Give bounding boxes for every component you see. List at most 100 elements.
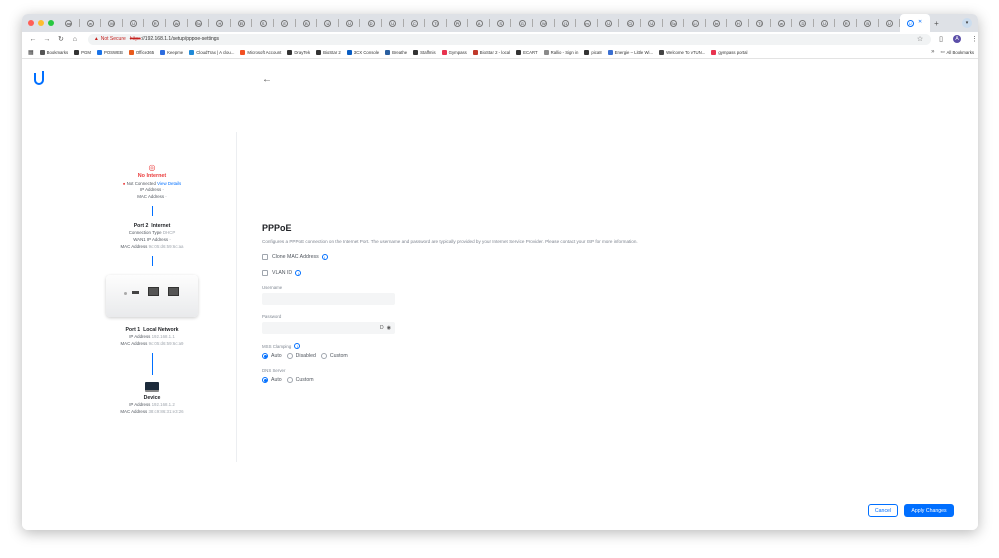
browser-tab[interactable]: W <box>533 14 555 32</box>
mss-radio[interactable] <box>286 353 293 359</box>
apps-grid-icon[interactable]: ▦ <box>28 49 34 56</box>
menu-kebab-icon[interactable]: ⋮ <box>971 35 978 43</box>
bookmark-item[interactable]: Staffmis <box>413 49 436 55</box>
mss-radio[interactable] <box>320 353 327 359</box>
browser-tab[interactable]: B <box>296 14 318 32</box>
info-icon[interactable]: i <box>295 270 302 276</box>
browser-tab[interactable]: R <box>144 14 166 32</box>
bookmark-item[interactable]: Keepme <box>160 49 183 55</box>
apply-changes-button[interactable]: Apply Changes <box>904 504 954 517</box>
browser-tab[interactable]: D <box>360 14 382 32</box>
side-panel-icon[interactable]: ▯ <box>939 35 943 43</box>
browser-tab[interactable]: El <box>231 14 253 32</box>
browser-tab[interactable]: Pl <box>447 14 469 32</box>
forward-nav-icon[interactable]: → <box>40 36 54 43</box>
browser-tab[interactable]: U <box>317 14 339 32</box>
browser-tab[interactable]: A <box>468 14 490 32</box>
dns-radio[interactable] <box>286 377 293 383</box>
vlan-id-checkbox[interactable] <box>262 270 268 276</box>
password-manager-icon[interactable]: D <box>380 325 384 331</box>
dns-radio[interactable] <box>262 377 268 383</box>
browser-tab[interactable]: U <box>382 14 404 32</box>
username-field[interactable] <box>262 293 395 305</box>
dns-option-auto[interactable]: Auto <box>262 377 282 383</box>
browser-tab[interactable]: Tl <box>749 14 771 32</box>
browser-tab[interactable]: S <box>252 14 274 32</box>
bookmark-item[interactable]: DrayTek <box>287 49 310 55</box>
mss-option-disabled[interactable]: Disabled <box>286 353 316 359</box>
info-icon[interactable]: i <box>294 343 301 349</box>
view-details-link[interactable]: View Details <box>157 181 181 186</box>
bookmark-item[interactable]: Breathe <box>385 49 407 55</box>
browser-tab[interactable]: Li <box>684 14 706 32</box>
browser-tab[interactable]: aa <box>58 14 80 32</box>
maximize-window-button[interactable] <box>48 20 54 26</box>
cancel-button[interactable]: Cancel <box>868 504 898 517</box>
bookmark-item[interactable]: CloudTrax | A clou... <box>189 49 234 55</box>
browser-tab[interactable]: Cl <box>619 14 642 32</box>
close-window-button[interactable] <box>28 20 34 26</box>
bookmark-item[interactable]: Gympass <box>441 49 467 55</box>
bookmark-item[interactable]: Rallio - Sign in <box>543 49 578 55</box>
new-tab-button[interactable]: + <box>934 19 939 28</box>
browser-tab[interactable]: Sc <box>663 14 685 32</box>
browser-tab[interactable]: E <box>274 14 296 32</box>
clone-mac-checkbox[interactable] <box>262 254 268 260</box>
browser-tab[interactable]: M <box>101 14 123 32</box>
profile-avatar[interactable]: A <box>952 35 961 43</box>
bookmark-item[interactable]: Microsoft Account <box>240 49 281 55</box>
browser-tab[interactable]: w <box>771 14 793 32</box>
browser-tab[interactable]: U <box>641 14 663 32</box>
tab-search-button[interactable]: ▾ <box>962 18 972 28</box>
back-nav-icon[interactable]: ← <box>26 36 40 43</box>
bookmark-item[interactable]: BioStar 2 <box>316 49 341 55</box>
bookmark-item[interactable]: BioStar 2 - local <box>472 49 510 55</box>
password-field[interactable]: D ◉ <box>262 322 395 334</box>
browser-tab[interactable]: w <box>80 14 102 32</box>
browser-tab[interactable]: Sc <box>188 14 210 32</box>
bookmark-item[interactable]: POSWEB <box>96 49 123 55</box>
bookmark-item[interactable]: Energie – Little Wi... <box>607 49 653 55</box>
mss-radio[interactable] <box>262 353 268 359</box>
reload-icon[interactable]: ↻ <box>54 35 68 43</box>
bookmark-item[interactable]: 3CX Console <box>346 49 379 55</box>
bookmark-item[interactable]: Welcome To vTUN... <box>659 49 705 55</box>
address-bar[interactable]: ▲ Not Secure https ://192.168.1.1/setup/… <box>87 33 932 45</box>
browser-tab[interactable]: C <box>404 14 426 32</box>
browser-tab[interactable]: m <box>576 14 598 32</box>
bookmark-item[interactable]: gympass portal <box>711 49 747 55</box>
mss-option-custom[interactable]: Custom <box>320 353 348 359</box>
browser-tab[interactable]: Tl <box>425 14 447 32</box>
browser-tab[interactable]: U <box>598 14 620 32</box>
tab-active[interactable]: U ✕ <box>900 14 931 32</box>
browser-tab[interactable]: U <box>879 14 901 32</box>
info-icon[interactable]: i <box>321 254 328 260</box>
bookmarks-overflow-button[interactable]: » <box>931 49 934 55</box>
browser-tab[interactable]: G <box>511 14 534 32</box>
bookmark-item[interactable]: ECART <box>516 49 538 55</box>
back-arrow-icon[interactable]: ← <box>262 74 272 85</box>
minimize-window-button[interactable] <box>38 20 44 26</box>
browser-tab[interactable]: U <box>339 14 361 32</box>
browser-tab[interactable]: Ar <box>166 14 188 32</box>
bookmark-star-icon[interactable]: ☆ <box>917 35 923 43</box>
bookmark-item[interactable]: Bookmarks <box>39 49 68 55</box>
browser-tab[interactable]: U <box>814 14 836 32</box>
browser-tab[interactable]: D <box>792 14 814 32</box>
bookmark-item[interactable]: pica8 <box>584 49 602 55</box>
all-bookmarks-button[interactable]: ▭ All Bookmarks <box>940 49 974 55</box>
security-label[interactable]: Not Secure <box>101 36 126 42</box>
browser-tab[interactable]: R <box>835 14 857 32</box>
home-icon[interactable]: ⌂ <box>68 36 82 43</box>
vlan-id-option[interactable]: VLAN ID i <box>262 270 742 276</box>
browser-tab[interactable]: B <box>857 14 879 32</box>
close-tab-icon[interactable]: ✕ <box>917 19 924 27</box>
eye-icon[interactable]: ◉ <box>387 325 391 331</box>
dns-option-custom[interactable]: Custom <box>286 377 314 383</box>
bookmark-item[interactable]: PGM <box>74 49 91 55</box>
browser-tab[interactable]: (1 <box>555 14 577 32</box>
browser-tab[interactable]: S <box>490 14 512 32</box>
browser-tab[interactable]: H <box>209 14 231 32</box>
browser-tab[interactable]: H <box>727 14 749 32</box>
mss-option-auto[interactable]: Auto <box>262 353 282 359</box>
